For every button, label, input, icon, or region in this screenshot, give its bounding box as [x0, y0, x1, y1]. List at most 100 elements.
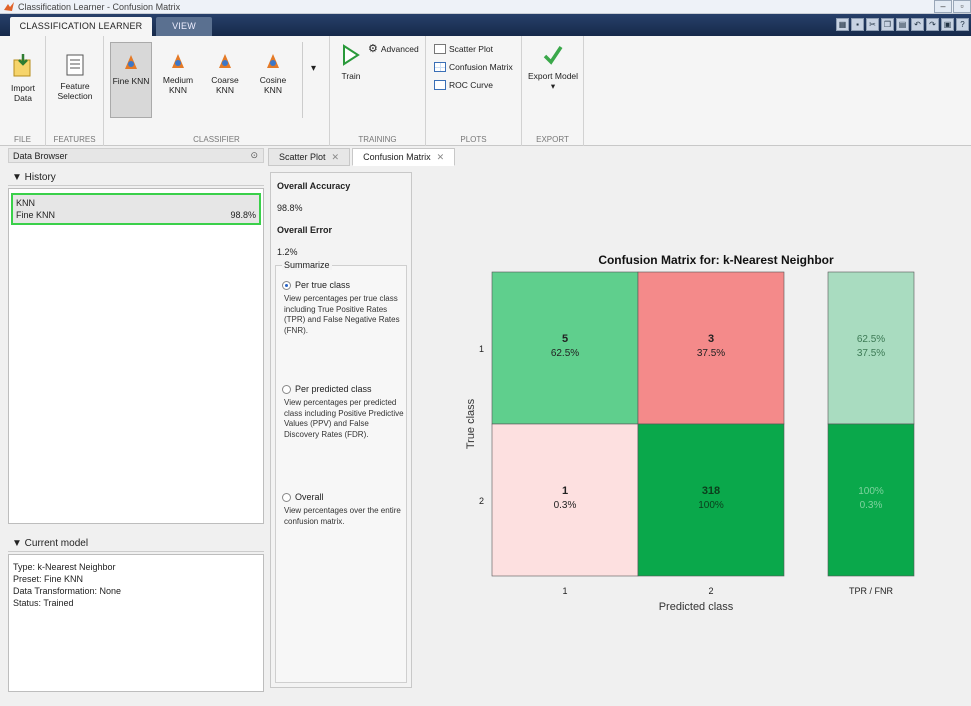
- chart-title: Confusion Matrix for: k-Nearest Neighbor: [598, 253, 834, 267]
- restore-button[interactable]: ▫: [953, 0, 971, 13]
- tab-classification-learner[interactable]: CLASSIFICATION LEARNER: [10, 17, 152, 36]
- summarize-label: Summarize: [282, 260, 332, 270]
- export-model-button[interactable]: Export Model ▾: [526, 44, 580, 120]
- advanced-button[interactable]: ⚙ Advanced: [368, 42, 424, 56]
- per-true-class-description: View percentages per true class includin…: [284, 294, 400, 335]
- current-model-panel: Type: k-Nearest Neighbor Preset: Fine KN…: [8, 554, 264, 692]
- tab-view[interactable]: VIEW: [156, 17, 212, 36]
- feature-selection-label: Feature Selection: [57, 81, 93, 101]
- feature-selection-button[interactable]: Feature Selection: [54, 44, 96, 114]
- copy-icon[interactable]: ❐: [881, 18, 894, 31]
- minimize-button[interactable]: –: [934, 0, 952, 13]
- history-list: KNN Fine KNN 98.8%: [8, 188, 264, 524]
- radio-unselected-icon: [282, 492, 291, 502]
- tab-confusion-matrix[interactable]: Confusion Matrix ✕: [352, 148, 456, 166]
- document-tabs: Scatter Plot ✕ Confusion Matrix ✕: [268, 148, 457, 166]
- history-item-name: Fine KNN: [16, 210, 56, 220]
- features-group-label: FEATURES: [53, 135, 96, 144]
- roc-curve-button[interactable]: ROC Curve: [434, 78, 518, 92]
- ribbon: Import Data FILE Feature Selection FEATU…: [0, 36, 971, 146]
- fnr-value: 37.5%: [857, 348, 885, 359]
- classifier-gallery-more-button[interactable]: ▾: [302, 42, 324, 118]
- history-item-score: 98.8%: [230, 210, 256, 220]
- cell-percent: 100%: [698, 500, 724, 511]
- history-item-type: KNN: [16, 198, 36, 208]
- overall-accuracy-label: Overall Accuracy: [277, 181, 351, 191]
- col-tick-label: 1: [562, 586, 567, 596]
- file-group: Import Data FILE: [0, 36, 46, 146]
- history-item[interactable]: KNN Fine KNN 98.8%: [11, 193, 261, 225]
- roc-curve-icon: [434, 80, 446, 90]
- row-tick-label: 2: [479, 496, 484, 506]
- training-group-label: TRAINING: [358, 135, 397, 144]
- knn-icon: [125, 55, 137, 69]
- save-icon[interactable]: ▪: [851, 18, 864, 31]
- plots-group: Scatter Plot Confusion Matrix ROC Curve …: [426, 36, 522, 146]
- play-icon: [343, 44, 360, 66]
- scatter-plot-button[interactable]: Scatter Plot: [434, 42, 518, 56]
- current-model-header[interactable]: ▼ Current model: [8, 536, 264, 552]
- close-icon[interactable]: ✕: [332, 152, 340, 162]
- import-data-label: Import Data: [10, 83, 36, 103]
- cosine-knn-label: Cosine KNN: [259, 75, 287, 95]
- row-tick-label: 1: [479, 344, 484, 354]
- tab-scatter-plot[interactable]: Scatter Plot ✕: [268, 148, 351, 166]
- classifier-group: Fine KNN Medium KNN Coarse KNN Cosine KN…: [104, 36, 330, 146]
- help-icon[interactable]: ?: [956, 18, 969, 31]
- per-predicted-class-description: View percentages per predicted class inc…: [284, 398, 404, 439]
- medium-knn-label: Medium KNN: [162, 75, 194, 95]
- overall-radio[interactable]: Overall: [282, 492, 324, 502]
- plot-area: Confusion Matrix for: k-Nearest Neighbor…: [416, 172, 971, 692]
- cell-count: 3: [708, 333, 714, 345]
- coarse-knn-button[interactable]: Coarse KNN: [204, 42, 246, 118]
- cell-percent: 37.5%: [697, 348, 725, 359]
- feature-selection-icon: [66, 54, 84, 76]
- per-true-class-label: Per true class: [295, 280, 351, 290]
- checkmark-icon: [543, 46, 563, 65]
- per-predicted-class-label: Per predicted class: [295, 384, 372, 394]
- quick-access-toolbar: ▦ ▪ ✂ ❐ ▤ ↶ ↷ ▣ ?: [836, 18, 969, 31]
- summarize-group: Summarize Per true class View percentage…: [275, 260, 407, 683]
- cosine-knn-button[interactable]: Cosine KNN: [250, 42, 296, 118]
- scatter-plot-label: Scatter Plot: [449, 44, 493, 54]
- import-data-button[interactable]: Import Data: [6, 44, 40, 114]
- knn-icon: [267, 54, 279, 68]
- history-header[interactable]: ▼ History: [8, 170, 264, 186]
- window-layout-icon[interactable]: ▣: [941, 18, 954, 31]
- model-type: Type: k-Nearest Neighbor: [13, 562, 116, 572]
- paste-icon[interactable]: ▤: [896, 18, 909, 31]
- rate-column-label: TPR / FNR: [849, 586, 893, 596]
- tpr-value: 62.5%: [857, 334, 885, 345]
- import-data-icon: [13, 54, 31, 77]
- window-title: Classification Learner - Confusion Matri…: [18, 1, 181, 12]
- scatter-plot-icon: [434, 44, 446, 54]
- model-transformation: Data Transformation: None: [13, 586, 122, 596]
- gear-icon: ⚙: [368, 43, 378, 55]
- radio-selected-icon: [282, 280, 291, 290]
- confusion-matrix-button[interactable]: Confusion Matrix: [434, 60, 518, 74]
- cell-count: 1: [562, 485, 568, 497]
- fine-knn-label: Fine KNN: [112, 76, 150, 86]
- overall-error-label: Overall Error: [277, 225, 333, 235]
- confusion-options-panel: Overall Accuracy 98.8% Overall Error 1.2…: [270, 172, 412, 688]
- y-axis-label: True class: [465, 398, 477, 449]
- per-true-class-radio[interactable]: Per true class: [282, 280, 350, 290]
- quick-access-icon[interactable]: ▦: [836, 18, 849, 31]
- training-group: Train ⚙ Advanced TRAINING: [330, 36, 426, 146]
- overall-label: Overall: [295, 492, 324, 502]
- tab-scatter-plot-label: Scatter Plot: [279, 152, 326, 162]
- redo-icon[interactable]: ↷: [926, 18, 939, 31]
- per-predicted-class-radio[interactable]: Per predicted class: [282, 384, 372, 394]
- close-icon[interactable]: ✕: [437, 152, 445, 162]
- model-status: Status: Trained: [13, 598, 74, 608]
- medium-knn-button[interactable]: Medium KNN: [156, 42, 200, 118]
- train-button[interactable]: Train: [336, 44, 366, 114]
- fine-knn-button[interactable]: Fine KNN: [110, 42, 152, 118]
- undo-icon[interactable]: ↶: [911, 18, 924, 31]
- knn-icon: [172, 54, 184, 68]
- collapse-icon[interactable]: ⊙: [250, 150, 258, 161]
- tpr-value: 100%: [858, 486, 884, 497]
- radio-unselected-icon: [282, 384, 291, 394]
- cut-icon[interactable]: ✂: [866, 18, 879, 31]
- overall-description: View percentages over the entire confusi…: [284, 506, 401, 526]
